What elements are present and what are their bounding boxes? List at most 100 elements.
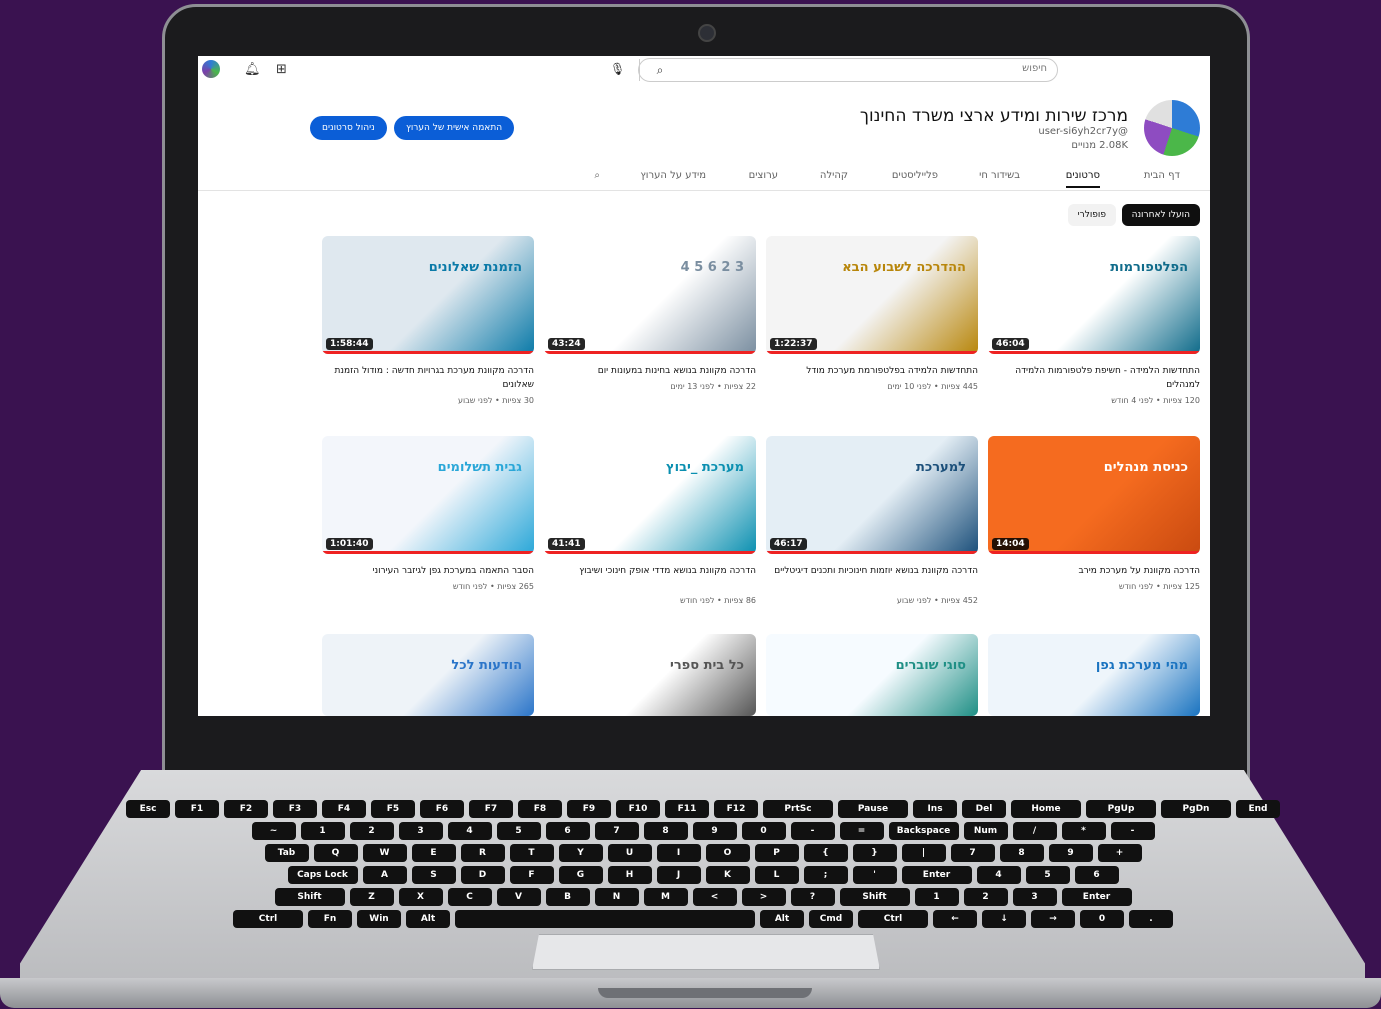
key: F6 bbox=[420, 800, 464, 818]
key: ' bbox=[852, 866, 897, 884]
key: Enter bbox=[1061, 888, 1132, 906]
key: PgUp bbox=[1086, 800, 1156, 818]
key: Ctrl bbox=[858, 910, 928, 928]
search-box[interactable]: חיפוש ⌕ bbox=[638, 58, 1058, 82]
touchpad bbox=[532, 934, 880, 970]
video-thumbnail[interactable]: מערכת _יבוץ 41:41 bbox=[544, 436, 756, 554]
webcam-icon bbox=[698, 24, 716, 42]
key: 5 bbox=[1025, 866, 1070, 884]
manage-videos-button[interactable]: ניהול סרטונים bbox=[310, 116, 387, 140]
key bbox=[455, 910, 755, 928]
video-thumbnail[interactable]: הודעות לכל bbox=[322, 634, 534, 716]
key: Fn bbox=[308, 910, 352, 928]
search-icon[interactable]: ⌕ bbox=[639, 59, 680, 81]
key: F1 bbox=[175, 800, 219, 818]
watch-progress-bar bbox=[544, 551, 756, 554]
tab-community[interactable]: קהילה bbox=[820, 170, 848, 181]
video-title[interactable]: הדרכה מקוונת בנושא בחינות במעונות יום bbox=[544, 364, 756, 378]
key: H bbox=[607, 866, 652, 884]
video-title[interactable]: הדרכה מקוונת בנושא מדדי אופק חינוכי ושיב… bbox=[544, 564, 756, 578]
video-thumbnail[interactable]: ההדרכה לשבוע הבא 1:22:37 bbox=[766, 236, 978, 354]
tab-videos[interactable]: סרטונים bbox=[1065, 170, 1100, 188]
video-title[interactable]: התחדשות הלמידה בפלטפורמת מערכת מודל bbox=[766, 364, 978, 378]
video-meta: 22 צפיות • לפני 13 ימים bbox=[670, 382, 756, 391]
key: G bbox=[558, 866, 603, 884]
video-thumbnail[interactable]: מהי מערכת גפן bbox=[988, 634, 1200, 716]
key: F3 bbox=[273, 800, 317, 818]
video-title[interactable]: הדרכה מקוונת מערכת בגרויות חדשה : מודול … bbox=[322, 364, 534, 392]
key: } bbox=[852, 844, 897, 862]
key: E bbox=[411, 844, 456, 862]
key: 1 bbox=[914, 888, 959, 906]
key: 5 bbox=[496, 822, 541, 840]
video-meta: 86 צפיות • לפני חודש bbox=[679, 596, 756, 605]
key: X bbox=[398, 888, 443, 906]
key: ? bbox=[790, 888, 835, 906]
subscriber-count: 2.08K מנויים bbox=[1071, 140, 1128, 151]
key: - bbox=[790, 822, 835, 840]
video-duration: 1:58:44 bbox=[326, 338, 373, 350]
video-title[interactable]: הסבר התאמה במערכת גפן לגיזבר העירוני bbox=[322, 564, 534, 578]
key: { bbox=[803, 844, 848, 862]
key: Ins bbox=[913, 800, 957, 818]
key: Esc bbox=[126, 800, 170, 818]
thumbnail-text: כניסת מנהלים bbox=[1103, 460, 1188, 475]
key: C bbox=[447, 888, 492, 906]
key: Tab bbox=[264, 844, 309, 862]
video-thumbnail[interactable]: הפלטפורמות 46:04 bbox=[988, 236, 1200, 354]
key: Home bbox=[1011, 800, 1081, 818]
key: Caps Lock bbox=[287, 866, 358, 884]
key: ← bbox=[933, 910, 977, 928]
key: F8 bbox=[518, 800, 562, 818]
customize-channel-button[interactable]: התאמה אישית של הערוץ bbox=[394, 116, 515, 140]
key: 4 bbox=[447, 822, 492, 840]
key: ~ bbox=[251, 822, 296, 840]
chip-latest[interactable]: הועלו לאחרונה bbox=[1121, 204, 1200, 226]
tab-home[interactable]: דף הבית bbox=[1144, 170, 1180, 181]
mic-icon[interactable]: 🎙︎ bbox=[610, 62, 625, 76]
video-meta: 30 צפיות • לפני שבוע bbox=[457, 396, 534, 405]
video-meta: 120 צפיות • לפני 4 חודש bbox=[1111, 396, 1200, 405]
key: L bbox=[754, 866, 799, 884]
key: 6 bbox=[545, 822, 590, 840]
tab-about[interactable]: מידע על הערוץ bbox=[640, 170, 706, 181]
key: / bbox=[1012, 822, 1057, 840]
channel-avatar[interactable] bbox=[1144, 100, 1200, 156]
video-duration: 1:01:40 bbox=[326, 538, 373, 550]
thumbnail-text: סוגי שוברים bbox=[895, 658, 966, 673]
chip-popular[interactable]: פופולרי bbox=[1067, 204, 1116, 226]
thumbnail-text: ההדרכה לשבוע הבא bbox=[842, 260, 966, 275]
create-video-icon[interactable]: ⊞ bbox=[276, 62, 287, 77]
tab-channels[interactable]: ערוצים bbox=[749, 170, 778, 181]
key: T bbox=[509, 844, 554, 862]
channel-search-icon[interactable]: ⌕ bbox=[594, 170, 600, 181]
key: Enter bbox=[901, 866, 972, 884]
video-duration: 1:22:37 bbox=[770, 338, 817, 350]
video-thumbnail[interactable]: גבית תשלומים 1:01:40 bbox=[322, 436, 534, 554]
video-duration: 14:04 bbox=[992, 538, 1029, 550]
key: Ctrl bbox=[233, 910, 303, 928]
tab-live[interactable]: בשידור חי bbox=[979, 170, 1020, 181]
video-thumbnail[interactable]: כל בית ספרי bbox=[544, 634, 756, 716]
bell-icon[interactable]: 🔔︎ bbox=[244, 62, 261, 77]
key: 7 bbox=[950, 844, 995, 862]
key: 2 bbox=[963, 888, 1008, 906]
video-thumbnail[interactable]: כניסת מנהלים 14:04 bbox=[988, 436, 1200, 554]
key: N bbox=[594, 888, 639, 906]
tab-playlists[interactable]: פלייליסטים bbox=[892, 170, 938, 181]
search-input[interactable]: חיפוש bbox=[1022, 63, 1047, 74]
key: 8 bbox=[643, 822, 688, 840]
key: Pause bbox=[838, 800, 908, 818]
video-thumbnail[interactable]: למערכת 46:17 bbox=[766, 436, 978, 554]
key: PrtSc bbox=[763, 800, 833, 818]
video-thumbnail[interactable]: סוגי שוברים bbox=[766, 634, 978, 716]
key: R bbox=[460, 844, 505, 862]
profile-avatar[interactable] bbox=[202, 60, 220, 78]
keyboard-row: Tab Q W E R T Y U I O P{} | 7 8 9 + bbox=[100, 844, 1306, 862]
video-title[interactable]: הדרכה מקוונת על מערכת מירב bbox=[988, 564, 1200, 578]
video-title[interactable]: הדרכה מקוונת בנושא יוזמות חינוכיות ותכני… bbox=[766, 564, 978, 578]
video-thumbnail[interactable]: הזמנת שאלונים 1:58:44 bbox=[322, 236, 534, 354]
video-thumbnail[interactable]: 3 2 6 5 4 43:24 bbox=[544, 236, 756, 354]
key: 3 bbox=[1012, 888, 1057, 906]
video-title[interactable]: התחדשות הלמידה - חשיפת פלטפורמות הלמידה … bbox=[988, 364, 1200, 392]
